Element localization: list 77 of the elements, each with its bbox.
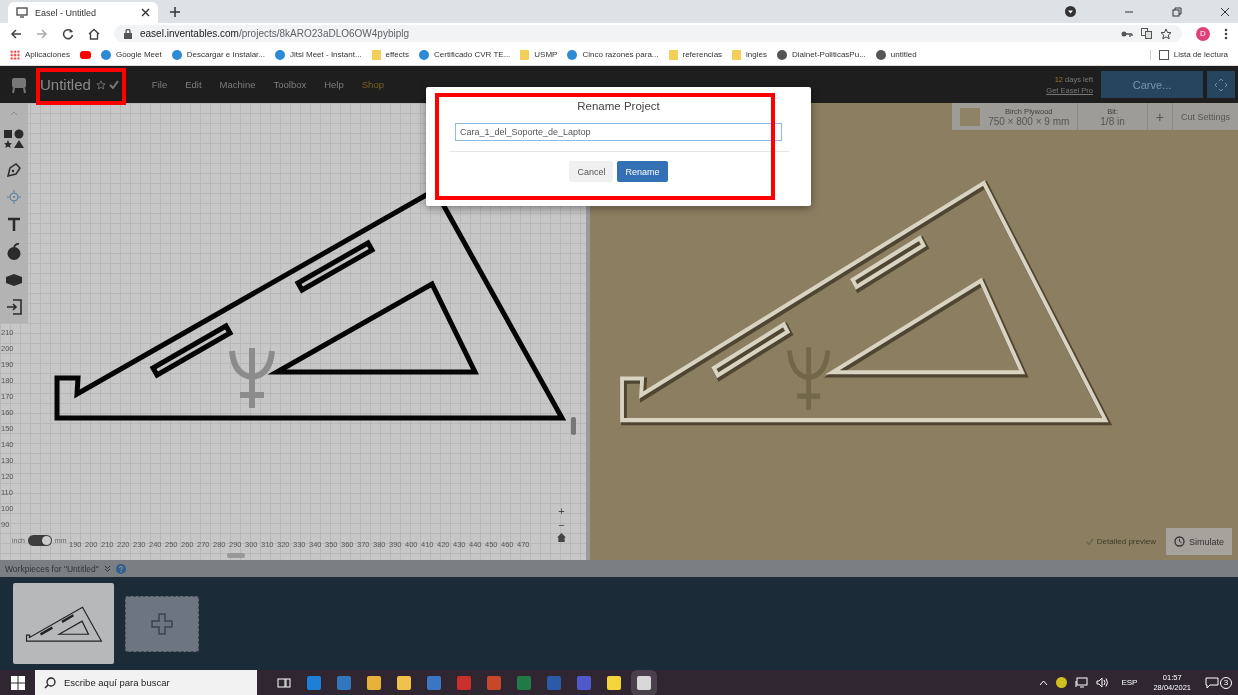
- tray-app-icon[interactable]: [1056, 677, 1068, 688]
- dialog-title: Rename Project: [577, 100, 660, 112]
- workpiece-thumbnail[interactable]: [13, 583, 114, 664]
- taskbar-app-icon[interactable]: [397, 675, 411, 690]
- language-indicator[interactable]: ESP: [1121, 678, 1138, 687]
- bookmark[interactable]: Certificado CVR TE...: [419, 49, 511, 60]
- back-icon[interactable]: [10, 27, 22, 40]
- browser-tab[interactable]: Easel - Untitled: [8, 2, 158, 23]
- check-icon: [108, 80, 119, 89]
- menu-item[interactable]: Edit: [176, 79, 211, 90]
- menu-item[interactable]: Help: [315, 79, 353, 90]
- bookmark[interactable]: untitled: [875, 49, 917, 60]
- simulate-button[interactable]: Simulate: [1166, 528, 1232, 555]
- bookmark[interactable]: Jitsi Meet - Instant...: [275, 49, 362, 60]
- speaker-icon[interactable]: [1096, 677, 1110, 688]
- bookmark[interactable]: Aplicaciones: [10, 49, 70, 60]
- reload-icon[interactable]: [62, 27, 74, 40]
- scrollbar-thumb[interactable]: [227, 553, 245, 558]
- menu-item[interactable]: File: [142, 79, 177, 90]
- scrollbar-thumb[interactable]: [571, 417, 576, 435]
- message-icon: [1205, 676, 1219, 689]
- bookmark[interactable]: Google Meet: [100, 49, 162, 60]
- address-field[interactable]: easel.inventables.com/projects/8kARO23aDLO6OW4pybiplg: [114, 25, 1182, 42]
- arrows-icon: [1214, 77, 1228, 92]
- home-icon[interactable]: [557, 533, 566, 542]
- new-tab-icon[interactable]: [170, 7, 180, 17]
- key-icon[interactable]: [1121, 29, 1133, 38]
- bookmark[interactable]: Cinco razones para...: [567, 49, 659, 60]
- clock-icon: [1174, 536, 1185, 547]
- trident-drawing: [229, 345, 275, 411]
- import-icon[interactable]: [6, 298, 22, 315]
- taskbar-app-icon[interactable]: [607, 675, 621, 690]
- cancel-button[interactable]: Cancel: [569, 161, 614, 182]
- unit-switch[interactable]: [27, 535, 52, 546]
- reading-list-button[interactable]: Lista de lectura: [1149, 49, 1228, 60]
- chevron-up-icon[interactable]: [1039, 679, 1049, 686]
- restore-icon[interactable]: [1172, 6, 1182, 17]
- project-title[interactable]: Untitled: [40, 76, 91, 93]
- bookmark[interactable]: effects: [371, 49, 409, 60]
- menu-item[interactable]: Toolbox: [264, 79, 316, 90]
- pen-icon[interactable]: [6, 161, 22, 178]
- project-name-field[interactable]: Cara_1_del_Soporte_de_Laptop: [455, 123, 782, 141]
- search-icon: [44, 676, 56, 689]
- star-icon[interactable]: [95, 79, 106, 90]
- bookmark[interactable]: USMP: [520, 49, 558, 60]
- star-icon[interactable]: [1160, 27, 1172, 40]
- rename-button[interactable]: Rename: [617, 161, 668, 182]
- translate-icon[interactable]: [1141, 28, 1152, 39]
- profile-avatar[interactable]: D: [1196, 26, 1210, 41]
- apple-icon[interactable]: [6, 243, 22, 261]
- chevron-icon[interactable]: [103, 565, 111, 572]
- bookmark[interactable]: Dialnet-PoliticasPu...: [777, 49, 866, 60]
- taskbar-app-icon[interactable]: [367, 675, 381, 690]
- close-icon[interactable]: [1220, 6, 1230, 17]
- taskbar-search-field[interactable]: Escribe aquí para buscar: [35, 670, 257, 695]
- bookmark[interactable]: Descargar e Instalar...: [171, 49, 265, 60]
- zoom-button[interactable]: +: [558, 505, 565, 518]
- lock-icon: [124, 28, 132, 39]
- menu-item[interactable]: Machine: [210, 79, 265, 90]
- zoom-button[interactable]: −: [558, 519, 565, 532]
- text-tool-icon[interactable]: [7, 216, 21, 231]
- network-icon[interactable]: [1075, 677, 1089, 688]
- plus-icon: [151, 612, 173, 635]
- shapes-icon[interactable]: [3, 128, 25, 149]
- more-icon[interactable]: [1224, 27, 1228, 40]
- close-icon[interactable]: [141, 8, 150, 17]
- profile-menu-icon[interactable]: [1065, 6, 1076, 17]
- home-icon[interactable]: [88, 27, 100, 40]
- monitor-icon: [16, 7, 28, 18]
- fullscreen-button[interactable]: [1207, 71, 1235, 98]
- bookmark[interactable]: ingles: [732, 49, 767, 60]
- bookmark[interactable]: referencias: [668, 49, 723, 60]
- windows-logo-icon[interactable]: [11, 675, 25, 690]
- youtube-bookmark-icon[interactable]: [79, 50, 91, 59]
- workpieces-label: Workpieces for "Untitled": [5, 563, 99, 574]
- task-view-icon[interactable]: [277, 675, 291, 690]
- notifications-button[interactable]: 3: [1205, 676, 1232, 689]
